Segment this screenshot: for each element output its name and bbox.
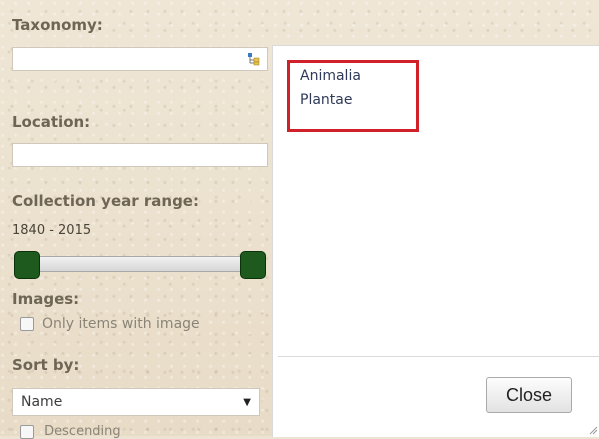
year-range-max-handle[interactable] <box>240 251 266 279</box>
tree-icon[interactable] <box>247 52 261 66</box>
taxonomy-label: Taxonomy: <box>12 16 103 34</box>
location-label: Location: <box>12 113 91 131</box>
close-button[interactable]: Close <box>486 377 572 413</box>
year-range-value: 1840 - 2015 <box>12 223 92 238</box>
images-label: Images: <box>12 290 80 308</box>
taxonomy-input[interactable] <box>12 47 268 71</box>
chevron-down-icon: ▼ <box>243 396 251 408</box>
sort-select-value: Name <box>21 394 63 410</box>
sort-select[interactable]: Name ▼ <box>12 388 260 416</box>
sort-label: Sort by: <box>12 356 80 374</box>
popup-footer-divider <box>278 356 599 357</box>
filter-sidebar: Taxonomy: Location: Collection year rang… <box>0 0 272 439</box>
location-input[interactable] <box>12 143 268 167</box>
year-range-slider-track[interactable] <box>22 256 252 272</box>
only-images-option[interactable]: Only items with image <box>20 316 200 332</box>
only-images-checkbox[interactable] <box>20 317 34 331</box>
descending-checkbox[interactable] <box>20 424 34 439</box>
descending-option[interactable]: Descending <box>20 424 121 439</box>
taxonomy-item-plantae[interactable]: Plantae <box>300 92 352 108</box>
descending-label: Descending <box>44 424 121 439</box>
year-range-min-handle[interactable] <box>14 251 40 279</box>
only-images-label: Only items with image <box>42 316 200 332</box>
taxonomy-popup: Animalia Plantae Close <box>272 45 599 437</box>
year-range-label: Collection year range: <box>12 192 199 210</box>
resize-grip-icon[interactable] <box>588 425 598 435</box>
taxonomy-item-animalia[interactable]: Animalia <box>300 68 361 84</box>
